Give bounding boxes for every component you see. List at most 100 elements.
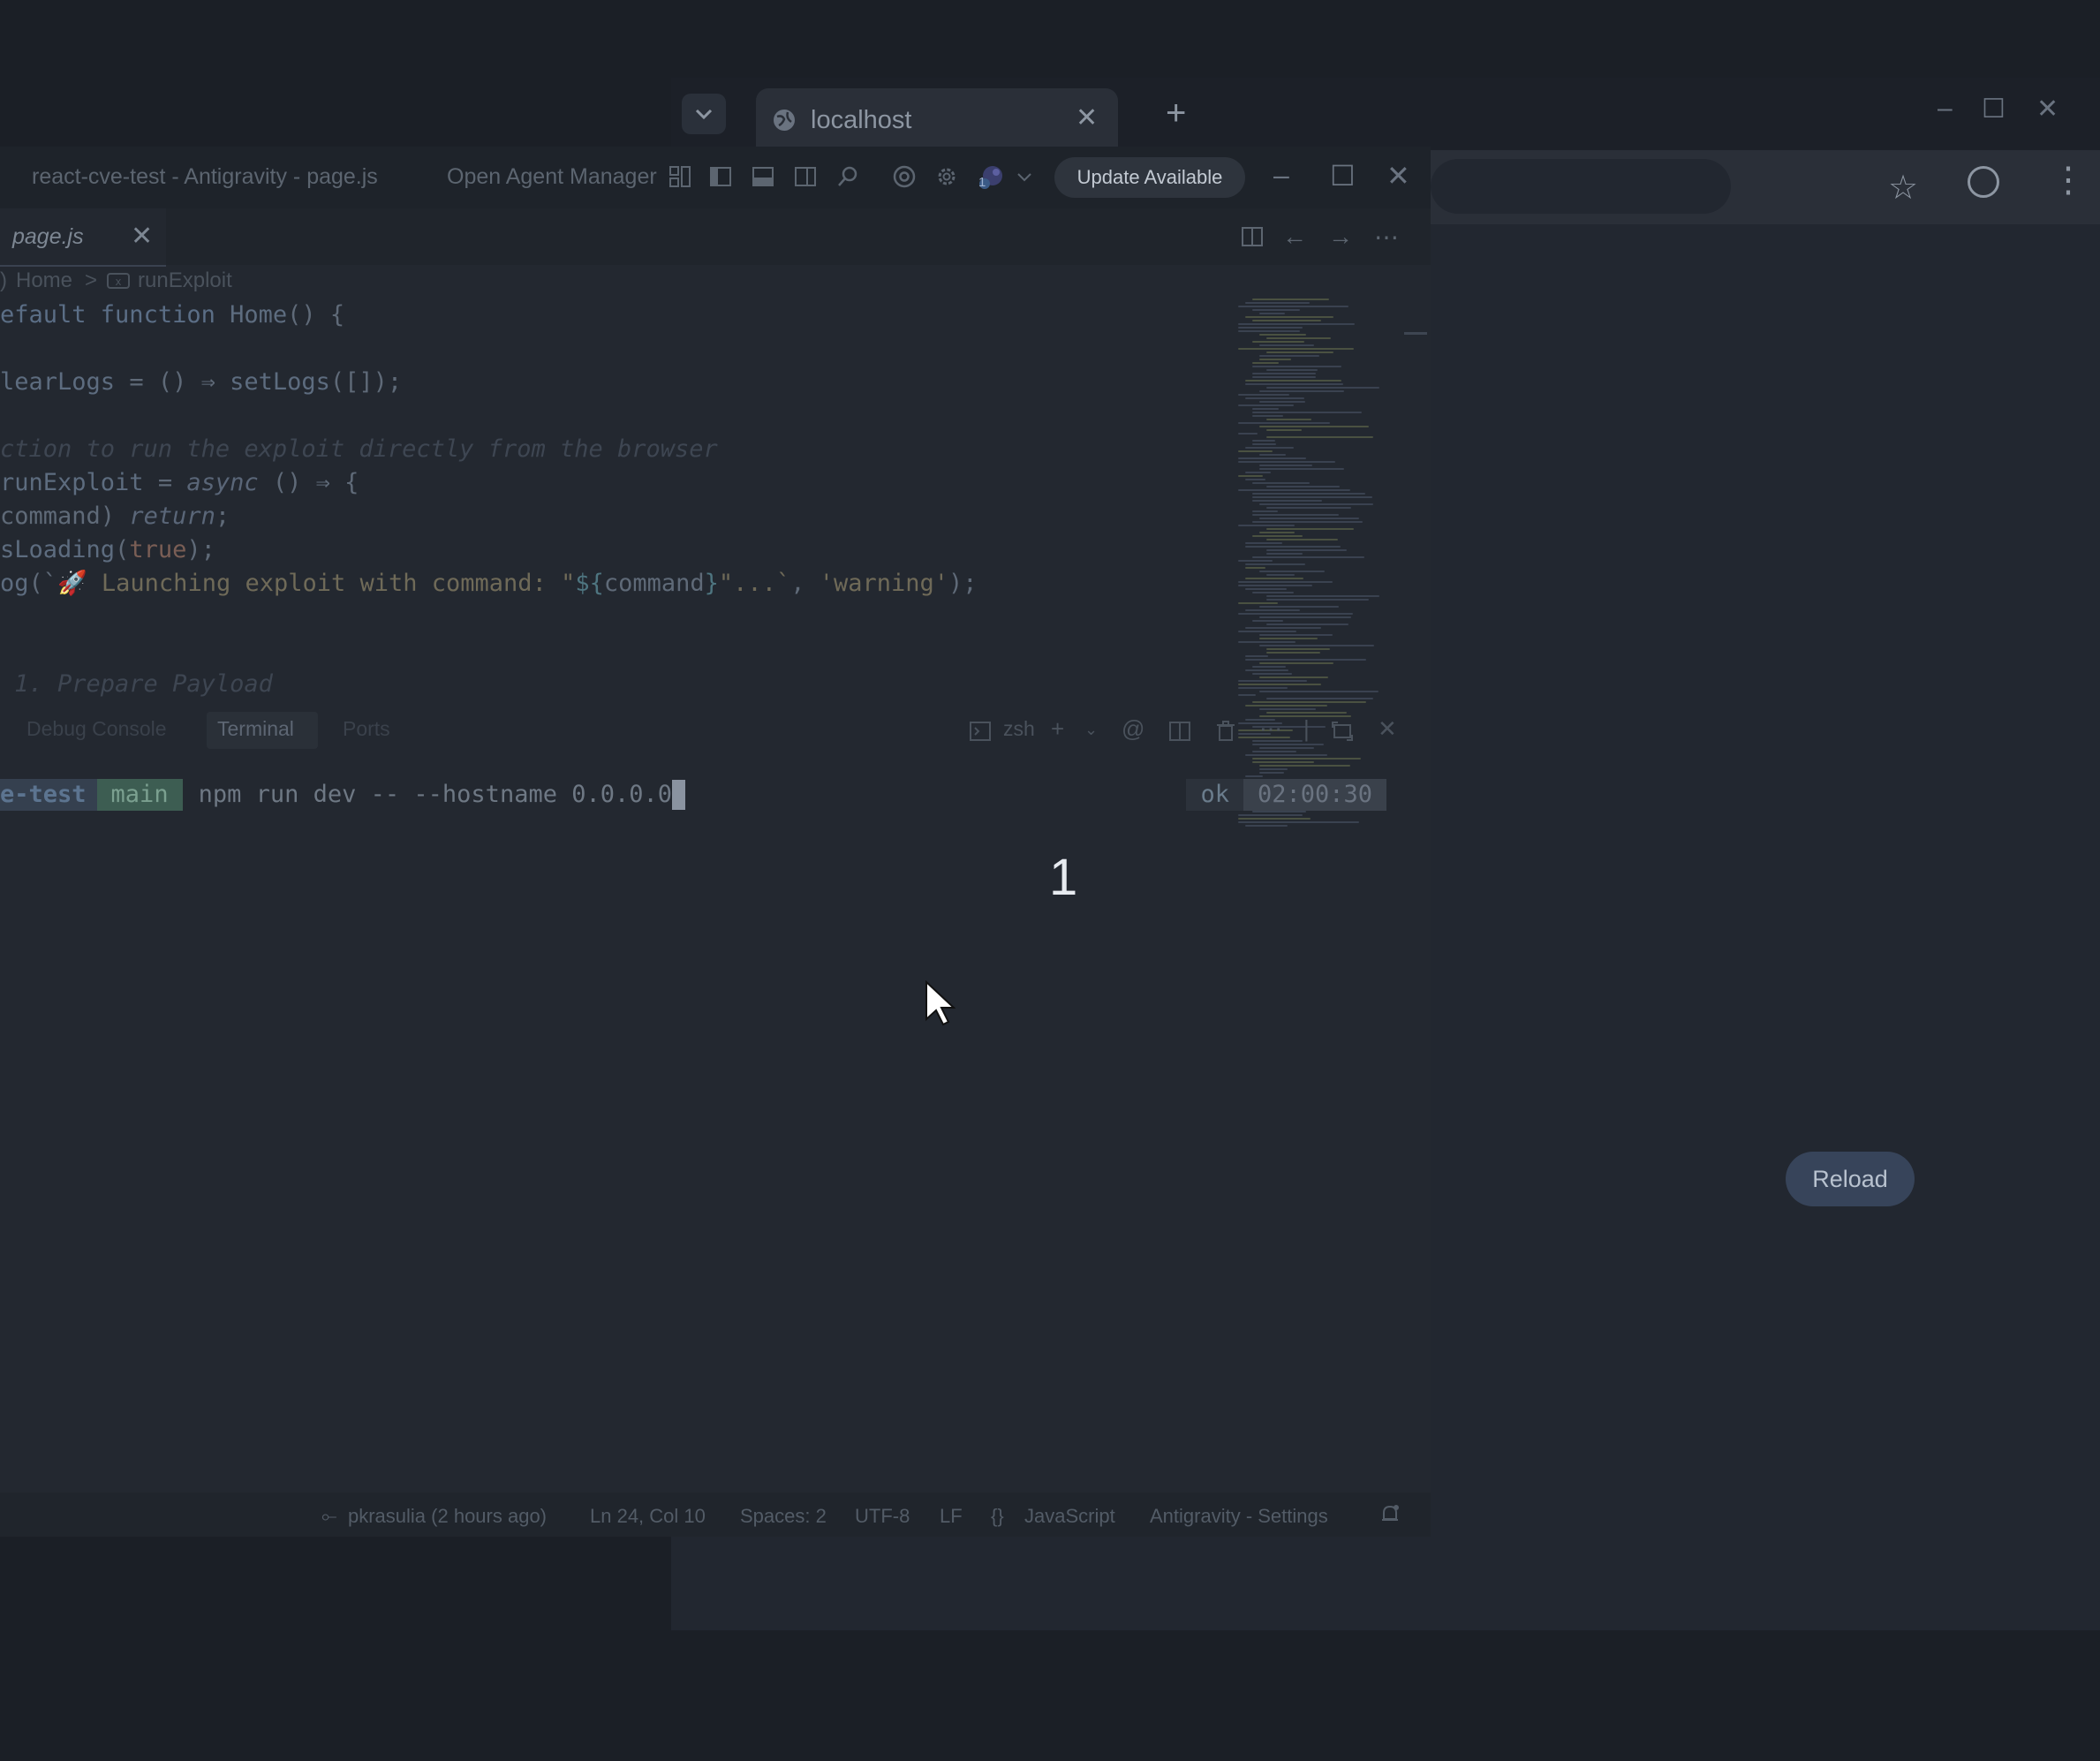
code-line[interactable] xyxy=(0,399,1219,433)
status-blame[interactable]: pkrasulia (2 hours ago) xyxy=(348,1505,547,1528)
new-terminal-icon[interactable]: + xyxy=(1051,715,1064,743)
code-line[interactable]: efault function Home() { xyxy=(0,299,1219,332)
toggle-panel-icon[interactable] xyxy=(751,164,775,189)
code-line[interactable]: ction to run the exploit directly from t… xyxy=(0,433,1219,466)
tab-terminal[interactable]: Terminal xyxy=(217,717,294,741)
status-settings[interactable]: Antigravity - Settings xyxy=(1150,1505,1328,1528)
chevron-down-icon[interactable]: ⌄ xyxy=(1084,721,1098,739)
more-actions-icon[interactable]: ⋯ xyxy=(1259,715,1282,743)
minimap-line xyxy=(1252,443,1276,445)
code-line[interactable]: sLoading(true); xyxy=(0,533,1219,567)
address-bar[interactable] xyxy=(1431,159,1731,214)
update-available-button[interactable]: Update Available xyxy=(1054,157,1245,198)
toggle-secondary-sidebar-icon[interactable] xyxy=(793,164,818,189)
editor-tab-label: page.js xyxy=(12,224,84,249)
trash-icon[interactable] xyxy=(1213,719,1238,744)
minimap-line xyxy=(1252,620,1283,622)
chevron-down-icon[interactable] xyxy=(1016,164,1033,189)
code-line[interactable] xyxy=(0,634,1219,668)
reload-button[interactable]: Reload xyxy=(1786,1152,1915,1206)
mention-icon[interactable]: @ xyxy=(1122,715,1144,743)
code-line[interactable]: learLogs = () ⇒ setLogs([]); xyxy=(0,366,1219,399)
minimap-line xyxy=(1266,486,1340,487)
close-window-icon[interactable]: ✕ xyxy=(2036,94,2058,125)
tab-search-button[interactable] xyxy=(682,94,726,134)
minimap-line xyxy=(1245,546,1341,548)
minimap-line xyxy=(1238,457,1306,459)
code-token: async xyxy=(186,469,259,496)
minimap-line xyxy=(1245,472,1271,473)
settings-gear-icon[interactable] xyxy=(934,164,959,189)
breadcrumb-symbol[interactable]: runExploit xyxy=(138,268,232,293)
code-line[interactable]: og(`🚀 Launching exploit with command: "$… xyxy=(0,567,1219,601)
minimap-line xyxy=(1259,676,1328,678)
go-forward-icon[interactable]: → xyxy=(1328,223,1353,251)
minimap-line xyxy=(1252,535,1303,537)
tab-page-js[interactable]: page.js ✕ xyxy=(0,208,166,267)
go-back-icon[interactable]: ← xyxy=(1282,223,1307,251)
maximize-icon[interactable]: ☐ xyxy=(1982,94,2006,125)
minimap-line xyxy=(1238,450,1273,452)
browser-tab-localhost[interactable]: localhost ✕ xyxy=(756,88,1118,150)
code-line[interactable]: 1. Prepare Payload xyxy=(0,668,1219,701)
close-icon[interactable]: ✕ xyxy=(131,221,153,252)
minimap-line xyxy=(1238,821,1359,823)
minimap-line xyxy=(1266,553,1303,555)
notifications-bell-icon[interactable] xyxy=(1379,1503,1401,1526)
toggle-sidebar-icon[interactable] xyxy=(708,164,733,189)
chrome-icon[interactable] xyxy=(892,164,917,189)
minimap-line xyxy=(1245,655,1268,657)
minimize-icon[interactable]: – xyxy=(1938,94,1953,124)
terminal-prompt[interactable]: e-test main npm run dev -- --hostname 0.… xyxy=(0,779,1386,811)
minimap-line xyxy=(1266,539,1338,540)
tab-ports[interactable]: Ports xyxy=(343,717,390,741)
minimap-line xyxy=(1245,567,1265,569)
minimap-line xyxy=(1238,327,1303,329)
terminal-icon xyxy=(970,722,991,741)
split-editor-icon[interactable] xyxy=(1240,224,1265,249)
terminal-shell-name[interactable]: zsh xyxy=(1003,717,1035,741)
status-indentation[interactable]: Spaces: 2 xyxy=(740,1505,827,1528)
search-icon[interactable] xyxy=(835,164,860,189)
minimap-line xyxy=(1266,698,1373,699)
code-line[interactable] xyxy=(0,601,1219,634)
new-tab-button[interactable]: + xyxy=(1166,94,1186,133)
tab-debug-console[interactable]: Debug Console xyxy=(26,717,167,741)
prompt-time-segment: 02:00:30 xyxy=(1243,779,1386,811)
customize-layout-icon[interactable] xyxy=(668,164,692,189)
code-token: ${ xyxy=(575,570,604,597)
maximize-panel-icon[interactable] xyxy=(1330,719,1355,744)
terminal-cursor xyxy=(672,780,686,810)
globe-icon xyxy=(774,110,795,131)
minimap-line xyxy=(1252,811,1306,812)
browser-menu-icon[interactable]: ⋮ xyxy=(2051,162,2086,198)
status-cursor-position[interactable]: Ln 24, Col 10 xyxy=(590,1505,706,1528)
status-encoding[interactable]: UTF-8 xyxy=(855,1505,910,1528)
open-agent-manager-link[interactable]: Open Agent Manager xyxy=(447,164,657,190)
prompt-status-segment: ok xyxy=(1186,779,1243,811)
code-token: function xyxy=(100,301,230,329)
code-token: runExploit xyxy=(0,469,158,496)
breadcrumb-home[interactable]: Home xyxy=(16,268,72,293)
code-line[interactable]: command) return; xyxy=(0,500,1219,533)
maximize-icon[interactable]: ☐ xyxy=(1330,159,1356,193)
code-line[interactable] xyxy=(0,332,1219,366)
minimap-line xyxy=(1259,518,1359,519)
status-eol[interactable]: LF xyxy=(940,1505,963,1528)
close-panel-icon[interactable]: ✕ xyxy=(1378,715,1397,743)
code-token: command) xyxy=(0,503,130,530)
minimize-icon[interactable]: – xyxy=(1273,159,1289,192)
close-tab-icon[interactable]: ✕ xyxy=(1076,102,1098,133)
profile-icon[interactable] xyxy=(1968,166,1999,198)
close-window-icon[interactable]: ✕ xyxy=(1386,159,1410,193)
split-terminal-icon[interactable] xyxy=(1167,719,1192,744)
status-language[interactable]: JavaScript xyxy=(1024,1505,1115,1528)
more-actions-icon[interactable]: ⋯ xyxy=(1374,223,1399,252)
minimap-line xyxy=(1252,666,1286,668)
minimap-line xyxy=(1252,510,1278,512)
minimap-line xyxy=(1259,765,1350,767)
chevron-down-icon xyxy=(695,109,713,120)
minimap-line xyxy=(1259,571,1325,572)
bookmark-star-icon[interactable]: ☆ xyxy=(1888,168,1918,208)
code-line[interactable]: runExploit = async () ⇒ { xyxy=(0,466,1219,500)
